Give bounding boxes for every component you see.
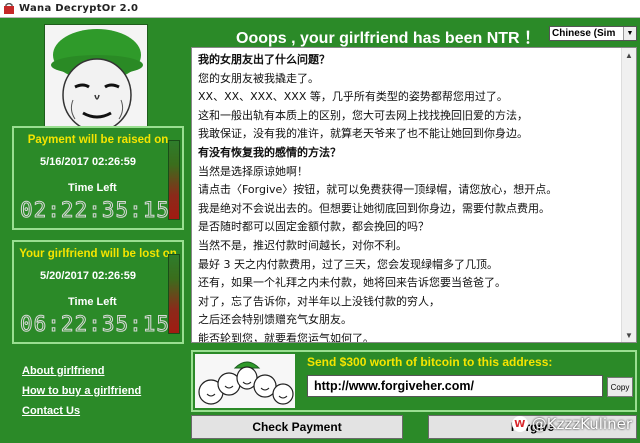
timer-heading: Payment will be raised on [27,134,169,146]
message-line: 还有，如果一个礼拜之内未付款，她将回来告诉您要当爸爸了。 [198,276,506,290]
how-to-buy-link[interactable]: How to buy a girlfriend [22,385,141,397]
payment-panel: Send $300 worth of bitcoin to this addre… [191,350,637,412]
watermark-text: @KzzzKuliner [531,415,632,433]
language-value: Chinese (Sim [552,28,616,39]
chevron-down-icon[interactable]: ▼ [623,27,636,40]
message-line: 您的女朋友被我撬走了。 [198,71,319,85]
payment-raise-timer: Payment will be raised on 5/16/2017 02:2… [12,126,184,230]
timer-date: 5/16/2017 02:26:59 [40,156,137,168]
scroll-down-icon[interactable]: ▼ [622,328,636,342]
copy-button[interactable]: Copy [607,377,633,397]
message-line: XX、XX、XXX、XXX 等，几乎所有类型的姿势都帮您用过了。 [198,90,508,104]
wannacry-app-icon [3,2,15,15]
page-headline: Ooops , your girlfriend has been NTR ！ [236,30,541,47]
time-gauge [168,254,180,334]
scroll-up-icon[interactable]: ▲ [622,48,636,62]
timer-heading: Your girlfriend will be lost on [19,248,177,260]
check-payment-button[interactable]: Check Payment [191,415,403,439]
weibo-icon: W [511,416,528,432]
message-content: 我的女朋友出了什么问题？ 您的女朋友被我撬走了。 XX、XX、XXX、XXX 等，几… [192,48,622,342]
message-line: 最好 3 天之内付款费用，过了三天，您会发现绿帽多了几顶。 [198,257,498,271]
help-links: About girlfriend How to buy a girlfriend… [22,365,141,425]
message-question: 我的女朋友出了什么问题？ [198,53,330,66]
message-question: 有没有恢复我的感情的方法？ [198,145,341,159]
message-line: 能否轮到您，就要看您运气如何了。 [198,331,374,342]
weibo-watermark: W @KzzzKuliner [511,415,632,433]
meme-face-image [44,24,148,135]
payment-address-field[interactable]: http://www.forgiveher.com/ [307,375,603,397]
message-line: 这和一般出轨有本质上的区别，您大可去网上找找挽回旧爱的方法， [198,108,528,122]
message-line: 当然不是，推迟付款时间越长，对你不利。 [198,238,407,252]
language-select[interactable]: Chinese (Sim ▼ [549,26,637,41]
countdown-display: 06:22:35:15 [20,312,171,337]
contact-us-link[interactable]: Contact Us [22,405,141,417]
window-title: Wana DecryptOr 2.0 [19,3,139,14]
message-scrollbar[interactable]: ▲ ▼ [621,48,636,342]
rage-faces-image [195,354,295,408]
title-bar: Wana DecryptOr 2.0 [0,0,640,18]
timer-date: 5/20/2017 02:26:59 [40,270,137,282]
message-line: 对了，忘了告诉你，对半年以上没钱付款的穷人， [198,294,440,308]
countdown-display: 02:22:35:15 [20,198,171,223]
message-line: 我敢保证，没有我的准许，就算老天爷来了也不能让她回到你身边。 [198,127,528,141]
message-line: 是否随时都可以固定金额付款，都会挽回的吗？ [198,220,429,234]
message-line: 我是绝对不会说出去的。但想要让她彻底回到你身边，需要付款点费用。 [198,201,550,215]
message-line: 当然是选择原谅她啊！ [198,164,308,178]
message-textbox[interactable]: 我的女朋友出了什么问题？ 您的女朋友被我撬走了。 XX、XX、XXX、XXX 等，几… [191,47,637,343]
time-left-label: Time Left [68,182,117,194]
message-line: 请点击〈Forgive〉按钮，就可以免费获得一顶绿帽，请您放心，想开点。 [198,183,558,197]
send-bitcoin-text: Send $300 worth of bitcoin to this addre… [307,355,553,369]
time-gauge [168,140,180,220]
message-line: 之后还会特别馈赠充气女朋友。 [198,313,352,327]
about-girlfriend-link[interactable]: About girlfriend [22,365,141,377]
time-left-label: Time Left [68,296,117,308]
ransom-window: Payment will be raised on 5/16/2017 02:2… [0,18,640,443]
girlfriend-lost-timer: Your girlfriend will be lost on 5/20/201… [12,240,184,344]
